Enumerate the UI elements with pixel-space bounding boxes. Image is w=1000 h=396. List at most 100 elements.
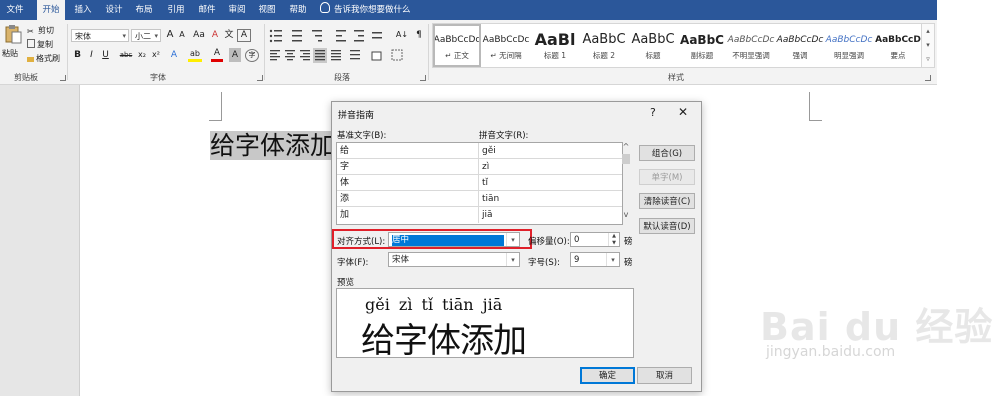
help-icon[interactable]: ? xyxy=(650,106,656,119)
offset-spinner[interactable]: 0 ▲ ▼ xyxy=(570,232,620,247)
clipboard-launcher-icon[interactable] xyxy=(60,75,66,81)
scroll-thumb[interactable] xyxy=(622,154,630,164)
tab-review[interactable]: 审阅 xyxy=(223,0,251,20)
watermark-url: jingyan.baidu.com xyxy=(766,344,896,360)
paragraph-launcher-icon[interactable] xyxy=(420,75,426,81)
ruby-text-label: 拼音文字(R): xyxy=(479,131,529,141)
close-icon[interactable]: ✕ xyxy=(678,105,688,119)
shrink-font-button[interactable]: A xyxy=(176,28,188,42)
strikethrough-button[interactable]: abc xyxy=(118,48,134,62)
superscript-button[interactable]: x² xyxy=(150,48,162,62)
style-heading-2[interactable]: AaBbC 标题 2 xyxy=(580,24,628,67)
paste-icon[interactable] xyxy=(4,24,22,44)
sort-button[interactable]: A↓ xyxy=(395,28,409,42)
tab-layout[interactable]: 布局 xyxy=(130,0,158,20)
base-cell[interactable]: 给 xyxy=(337,143,479,159)
alignment-buttons-row[interactable] xyxy=(268,48,428,64)
ruby-cell[interactable]: tiān xyxy=(479,191,622,207)
format-painter-button[interactable]: 格式刷 xyxy=(27,52,60,66)
clear-format-button[interactable]: A xyxy=(209,28,221,42)
styles-gallery: AaBbCcDc ↵ 正文 AaBbCcDc ↵ 无间隔 AaBl 标题 1 AaBb… xyxy=(432,23,924,68)
grow-font-button[interactable]: A xyxy=(164,28,176,42)
base-cell[interactable]: 字 xyxy=(337,159,479,175)
phonetic-guide-button[interactable]: 文 xyxy=(222,28,236,42)
separator xyxy=(67,24,68,80)
highlight-button[interactable]: ab xyxy=(188,48,202,62)
clipboard-group-label: 剪贴板 xyxy=(14,73,38,82)
style-emphasis[interactable]: AaBbCcDc 强调 xyxy=(776,24,824,67)
tab-file[interactable]: 文件 xyxy=(0,0,30,20)
char-shading-button[interactable]: A xyxy=(229,48,241,62)
ruby-cell[interactable]: gěi xyxy=(479,143,622,159)
bold-button[interactable]: B xyxy=(72,48,83,62)
style-strong[interactable]: AaBbCcD 要点 xyxy=(874,24,922,67)
phonetic-guide-dialog: 拼音指南 ? ✕ 基准文字(B): 拼音文字(R): 给 gěi 字 zì 体 … xyxy=(331,101,702,392)
cancel-button[interactable]: 取消 xyxy=(637,367,692,384)
ruby-cell[interactable]: tǐ xyxy=(479,175,622,191)
tab-help[interactable]: 帮助 xyxy=(284,0,312,20)
grid-scrollbar[interactable]: ^ v xyxy=(621,142,631,223)
paste-button[interactable]: 粘贴 xyxy=(2,47,18,61)
tab-references[interactable]: 引用 xyxy=(162,0,190,20)
ruby-cell[interactable]: zì xyxy=(479,159,622,175)
clear-reading-button[interactable]: 清除读音(C) xyxy=(639,193,695,209)
dialog-title: 拼音指南 xyxy=(338,111,375,121)
chevron-up-icon[interactable]: ▴ xyxy=(922,24,934,38)
change-case-button[interactable]: Aa xyxy=(191,28,207,42)
tab-home[interactable]: 开始 xyxy=(37,0,65,20)
more-icon[interactable]: ▿ xyxy=(922,52,934,66)
tell-me-text: 告诉我你想要做什么 xyxy=(334,5,411,15)
text-effects-button[interactable]: A xyxy=(168,48,180,62)
document-text[interactable]: 给字体添加 xyxy=(210,126,336,162)
tab-design[interactable]: 设计 xyxy=(100,0,128,20)
chevron-down-icon[interactable]: v xyxy=(621,210,631,219)
tab-insert[interactable]: 插入 xyxy=(69,0,97,20)
style-no-spacing[interactable]: AaBbCcDc ↵ 无间隔 xyxy=(482,24,530,67)
base-cell[interactable]: 添 xyxy=(337,191,479,207)
chevron-down-icon[interactable]: ▾ xyxy=(922,38,934,52)
style-subtle-emphasis[interactable]: AaBbCcDc 不明显强调 xyxy=(727,24,775,67)
copy-button[interactable]: 复制 xyxy=(27,38,53,52)
font-select[interactable]: 宋体 ▾ xyxy=(388,252,520,267)
style-intense-emphasis[interactable]: AaBbCcDc 明显强调 xyxy=(825,24,873,67)
chevron-up-icon[interactable]: ^ xyxy=(621,142,631,151)
ruby-cell[interactable]: jiā xyxy=(479,207,622,223)
base-cell[interactable]: 体 xyxy=(337,175,479,191)
page-corner-mark xyxy=(209,92,222,121)
separator xyxy=(264,24,265,80)
mono-button[interactable]: 单字(M) xyxy=(639,169,695,185)
font-size-select[interactable]: 小二 ▾ xyxy=(131,29,161,42)
selected-text[interactable]: 给字体添加 xyxy=(210,131,336,160)
chevron-down-icon: ▾ xyxy=(122,32,126,40)
group-button[interactable]: 组合(G) xyxy=(639,145,695,161)
watermark-logo: Bai du 经验 xyxy=(760,305,994,349)
enclose-char-button[interactable]: 字 xyxy=(245,49,259,62)
style-normal[interactable]: AaBbCcDc ↵ 正文 xyxy=(433,24,481,67)
subscript-button[interactable]: x₂ xyxy=(136,48,148,62)
font-launcher-icon[interactable] xyxy=(257,75,263,81)
style-heading-1[interactable]: AaBl 标题 1 xyxy=(531,24,579,67)
chevron-down-icon: ▾ xyxy=(154,32,158,40)
styles-launcher-icon[interactable] xyxy=(925,75,931,81)
char-border-button[interactable]: A xyxy=(237,29,251,42)
font-color-button[interactable]: A xyxy=(211,48,223,62)
ok-button[interactable]: 确定 xyxy=(580,367,635,384)
brush-icon xyxy=(27,57,34,62)
font-name-select[interactable]: 宋体 ▾ xyxy=(71,29,129,42)
copy-icon xyxy=(27,39,35,48)
style-title[interactable]: AaBbC 标题 xyxy=(629,24,677,67)
size-select[interactable]: 9 ▾ xyxy=(570,252,620,267)
base-cell[interactable]: 加 xyxy=(337,207,479,223)
show-marks-button[interactable]: ¶ xyxy=(413,28,425,42)
italic-button[interactable]: I xyxy=(86,48,97,62)
tell-me-box[interactable]: 告诉我你想要做什么 xyxy=(320,0,411,20)
cut-button[interactable]: ✂ 剪切 xyxy=(27,24,54,38)
underline-button[interactable]: U xyxy=(100,48,111,62)
size-label: 字号(S): xyxy=(528,258,560,268)
default-reading-button[interactable]: 默认读音(D) xyxy=(639,218,695,234)
style-subtitle[interactable]: AaBbC 副标题 xyxy=(678,24,726,67)
tab-view[interactable]: 视图 xyxy=(253,0,281,20)
tab-mailings[interactable]: 邮件 xyxy=(193,0,221,20)
spin-arrows-icon[interactable]: ▲ ▼ xyxy=(608,233,619,246)
styles-scroll[interactable]: ▴ ▾ ▿ xyxy=(921,23,935,68)
